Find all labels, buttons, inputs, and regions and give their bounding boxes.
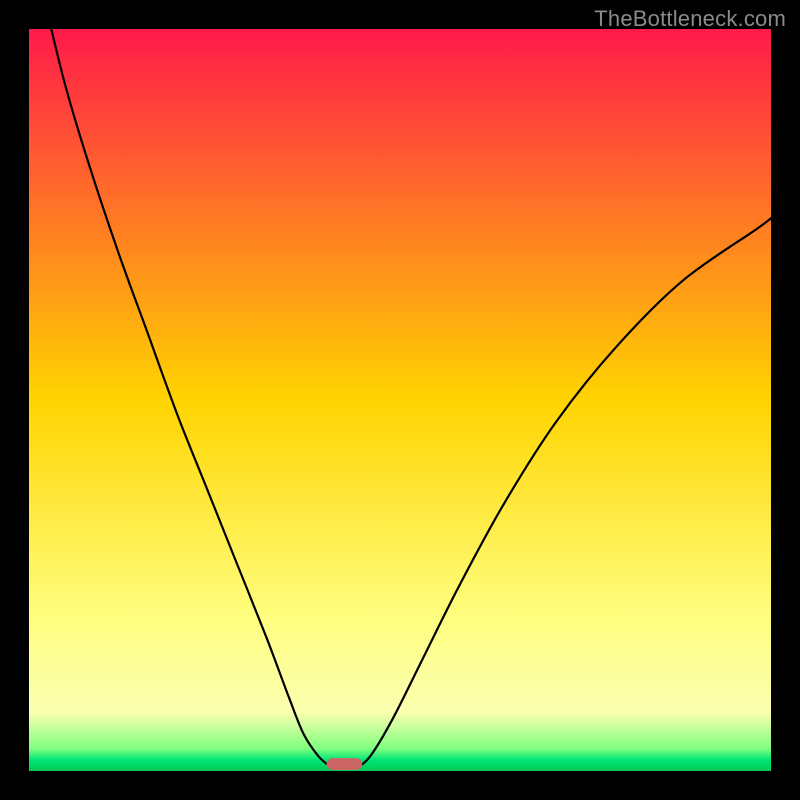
chart-svg [29, 29, 771, 771]
valley-marker [327, 758, 363, 770]
gradient-background [29, 29, 771, 771]
bottleneck-chart [29, 29, 771, 771]
watermark-text: TheBottleneck.com [594, 6, 786, 32]
